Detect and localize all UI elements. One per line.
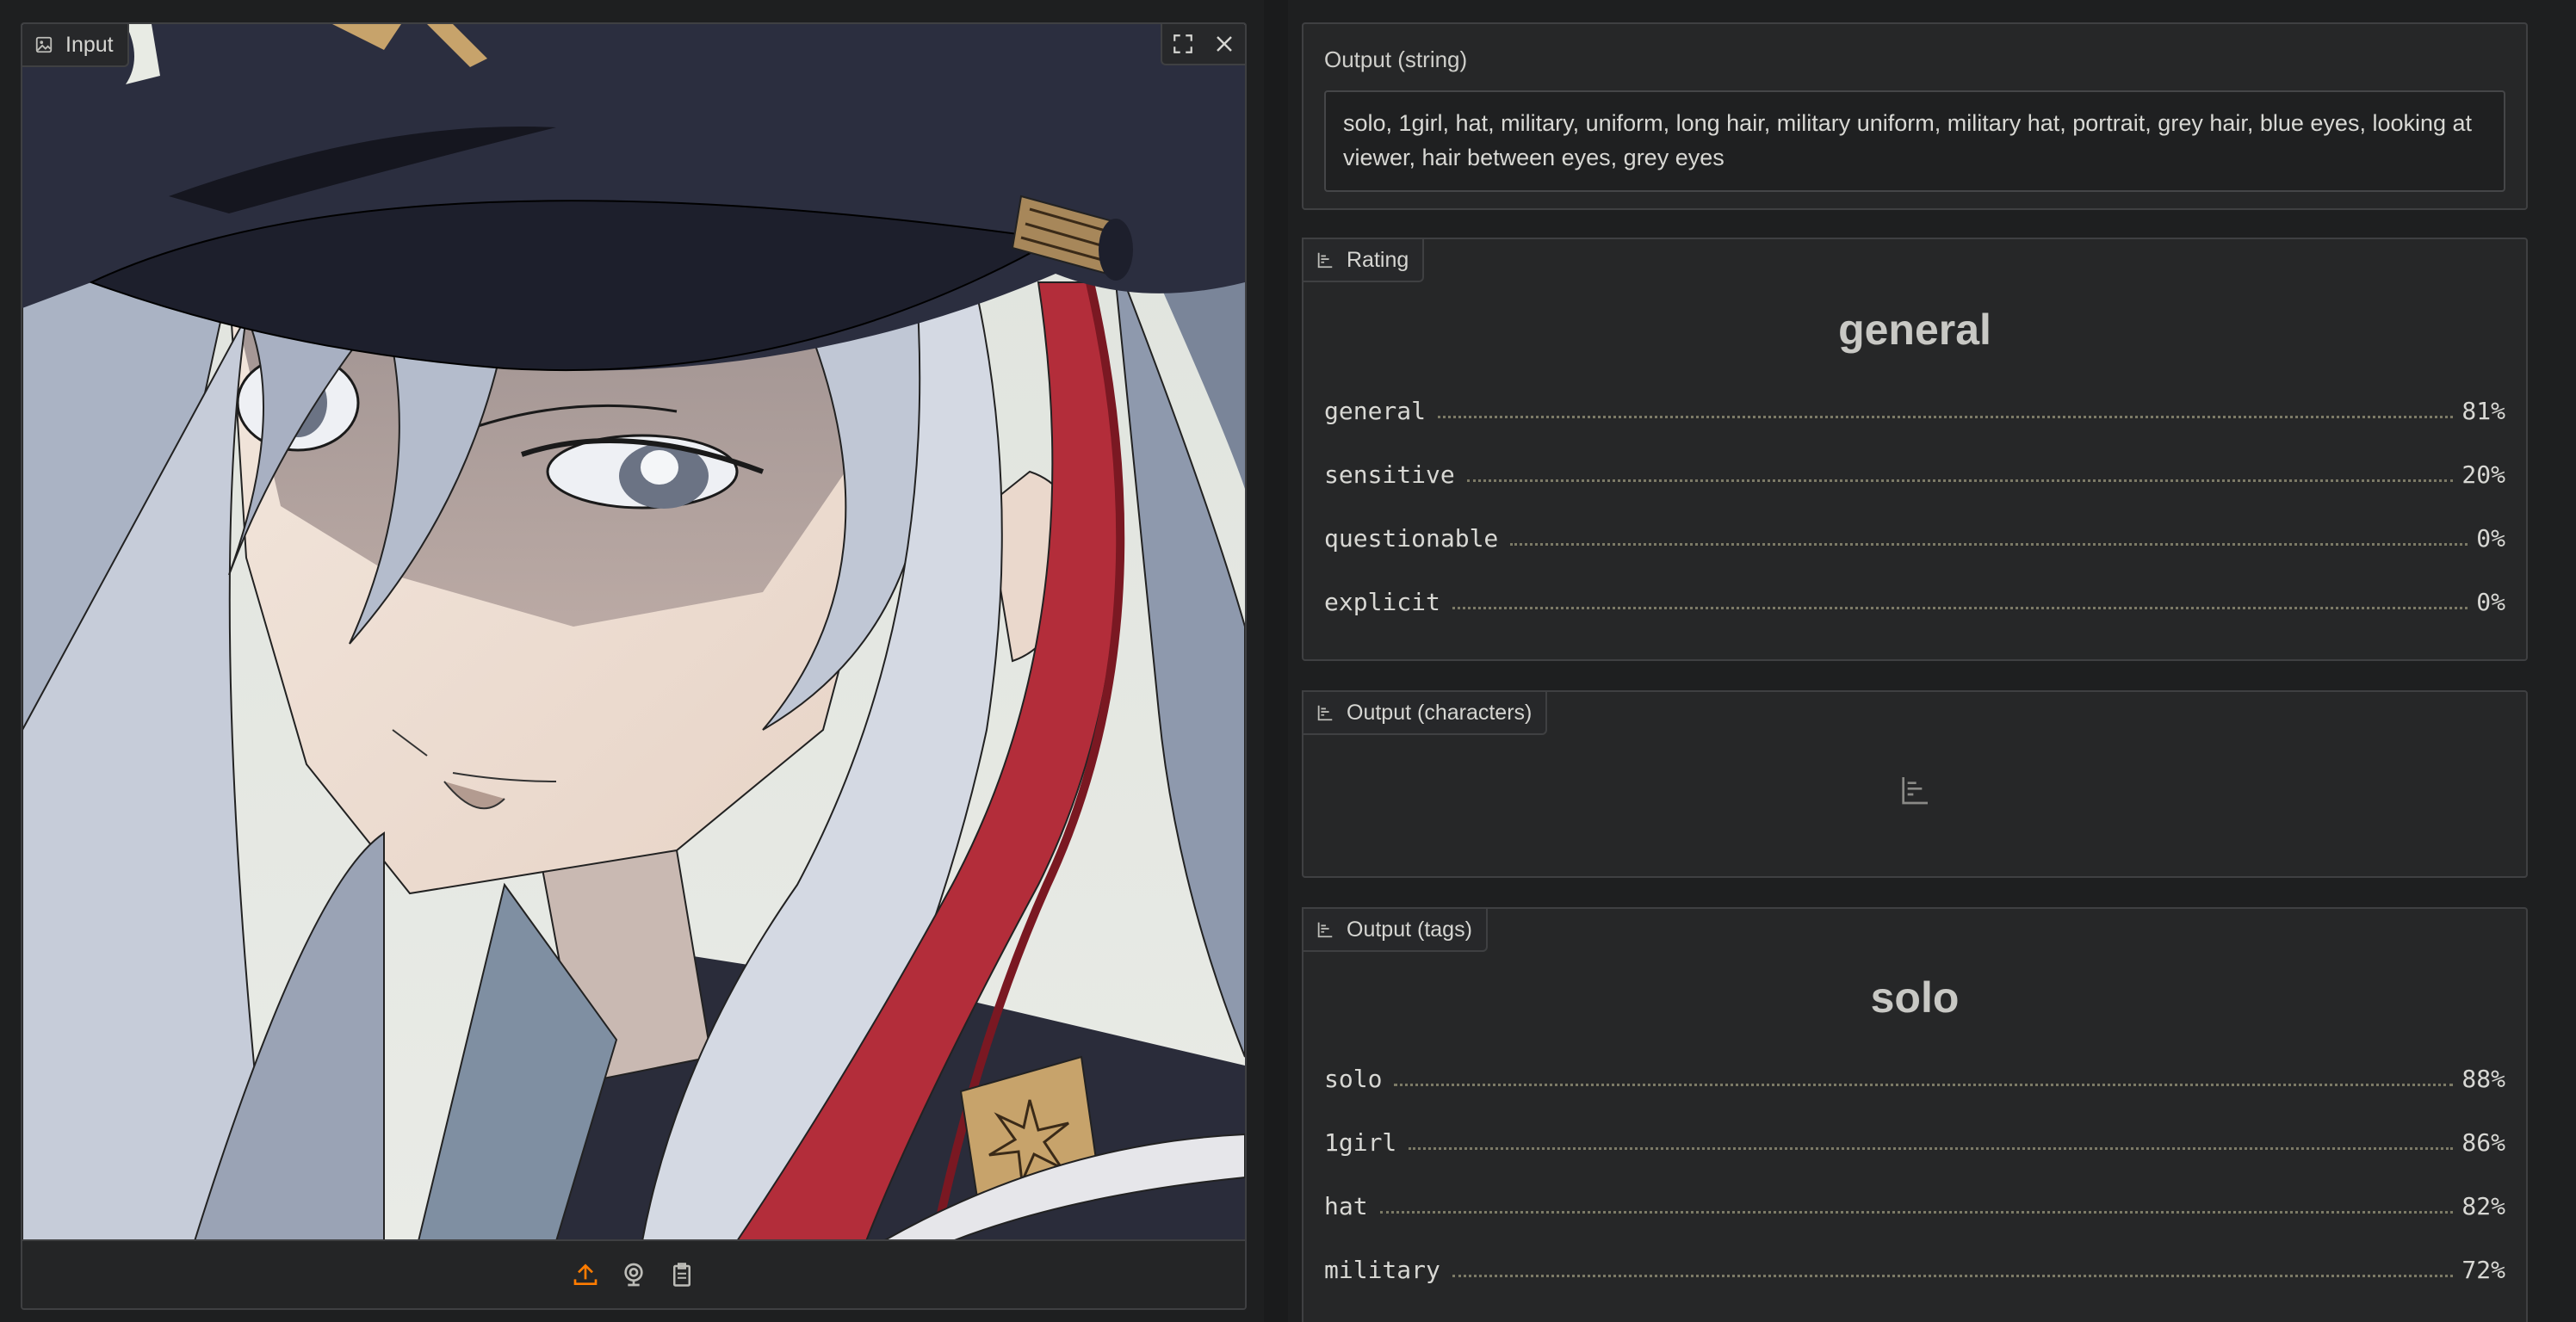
tag-row-percent: 88% — [2461, 1065, 2505, 1093]
rating-row-general: general 81% — [1324, 374, 2505, 437]
tag-row-name: military — [1324, 1256, 1440, 1284]
rating-list: general 81% sensitive 20% questionable 0… — [1324, 374, 2505, 628]
uploaded-image — [22, 24, 1245, 1241]
dotted-leader — [1394, 1084, 2454, 1086]
tags-panel: Output (tags) solo solo 88% 1girl 86% ha… — [1302, 907, 2528, 1322]
tags-label-text: Output (tags) — [1347, 917, 1472, 942]
clear-image-button[interactable] — [1204, 24, 1245, 64]
bar-chart-icon — [1317, 922, 1333, 938]
rating-row-percent: 20% — [2461, 460, 2505, 489]
bar-chart-icon — [1317, 705, 1333, 721]
tags-list: solo 88% 1girl 86% hat 82% military 72% — [1324, 1041, 2505, 1296]
webcam-icon — [624, 1263, 643, 1287]
rating-top-label: general — [1838, 306, 1991, 354]
rating-row-name: questionable — [1324, 524, 1499, 553]
rating-label-text: Rating — [1347, 247, 1409, 272]
rating-panel: Rating general general 81% sensitive 20%… — [1302, 238, 2528, 661]
characters-panel: Output (characters) — [1302, 690, 2528, 878]
anime-portrait-illustration — [22, 24, 1245, 1241]
rating-row-percent: 0% — [2476, 588, 2505, 616]
tag-row-percent: 86% — [2461, 1128, 2505, 1157]
rating-row-sensitive: sensitive 20% — [1324, 437, 2505, 501]
tag-row-percent: 82% — [2461, 1192, 2505, 1220]
rating-row-explicit: explicit 0% — [1324, 565, 2505, 628]
tags-label-tab: Output (tags) — [1302, 907, 1488, 952]
characters-label-tab: Output (characters) — [1302, 690, 1548, 735]
dotted-leader — [1466, 479, 2454, 482]
output-column: Output (string) solo, 1girl, hat, milita… — [1288, 0, 2576, 1322]
characters-label-text: Output (characters) — [1347, 700, 1533, 725]
dotted-leader — [1452, 1275, 2454, 1277]
tag-row-percent: 72% — [2461, 1256, 2505, 1284]
upload-icon — [573, 1263, 598, 1285]
clipboard-icon — [673, 1263, 690, 1287]
dotted-leader — [1452, 607, 2468, 609]
input-label-text: Input — [65, 32, 114, 57]
output-string-panel: Output (string) solo, 1girl, hat, milita… — [1302, 22, 2528, 210]
close-icon — [1217, 36, 1232, 52]
bar-chart-icon — [1317, 252, 1333, 269]
empty-bar-chart-icon — [1902, 777, 1928, 805]
rating-row-name: general — [1324, 397, 1427, 425]
dotted-leader — [1438, 416, 2454, 418]
image-toolbar — [1161, 24, 1245, 65]
fullscreen-icon — [1173, 34, 1192, 53]
fullscreen-button[interactable] — [1162, 24, 1204, 64]
rating-row-percent: 0% — [2476, 524, 2505, 553]
tag-row-1girl: 1girl 86% — [1324, 1105, 2505, 1169]
input-image-panel[interactable]: Input — [21, 22, 1247, 1310]
rating-row-questionable: questionable 0% — [1324, 501, 2505, 565]
rating-row-name: explicit — [1324, 588, 1440, 616]
dotted-leader — [1409, 1147, 2454, 1150]
rating-row-name: sensitive — [1324, 460, 1455, 489]
tag-row-solo: solo 88% — [1324, 1041, 2505, 1105]
image-source-bar — [22, 1239, 1245, 1308]
rating-row-percent: 81% — [2461, 397, 2505, 425]
dotted-leader — [1379, 1211, 2454, 1214]
input-column: Input — [0, 0, 1264, 1322]
input-label-tab: Input — [22, 24, 129, 67]
output-string-title: Output (string) — [1324, 46, 1468, 72]
clipboard-button[interactable] — [667, 1260, 697, 1289]
rating-label-tab: Rating — [1302, 238, 1425, 282]
tag-row-military: military 72% — [1324, 1232, 2505, 1296]
tag-row-name: solo — [1324, 1065, 1383, 1093]
dotted-leader — [1510, 543, 2468, 546]
upload-button[interactable] — [571, 1260, 600, 1289]
tag-row-hat: hat 82% — [1324, 1169, 2505, 1232]
output-string-textbox[interactable]: solo, 1girl, hat, military, uniform, lon… — [1324, 90, 2505, 192]
image-icon — [35, 36, 53, 53]
tag-row-name: 1girl — [1324, 1128, 1397, 1157]
webcam-button[interactable] — [619, 1260, 648, 1289]
tag-row-name: hat — [1324, 1192, 1368, 1220]
tags-top-label: solo — [1870, 973, 1960, 1022]
